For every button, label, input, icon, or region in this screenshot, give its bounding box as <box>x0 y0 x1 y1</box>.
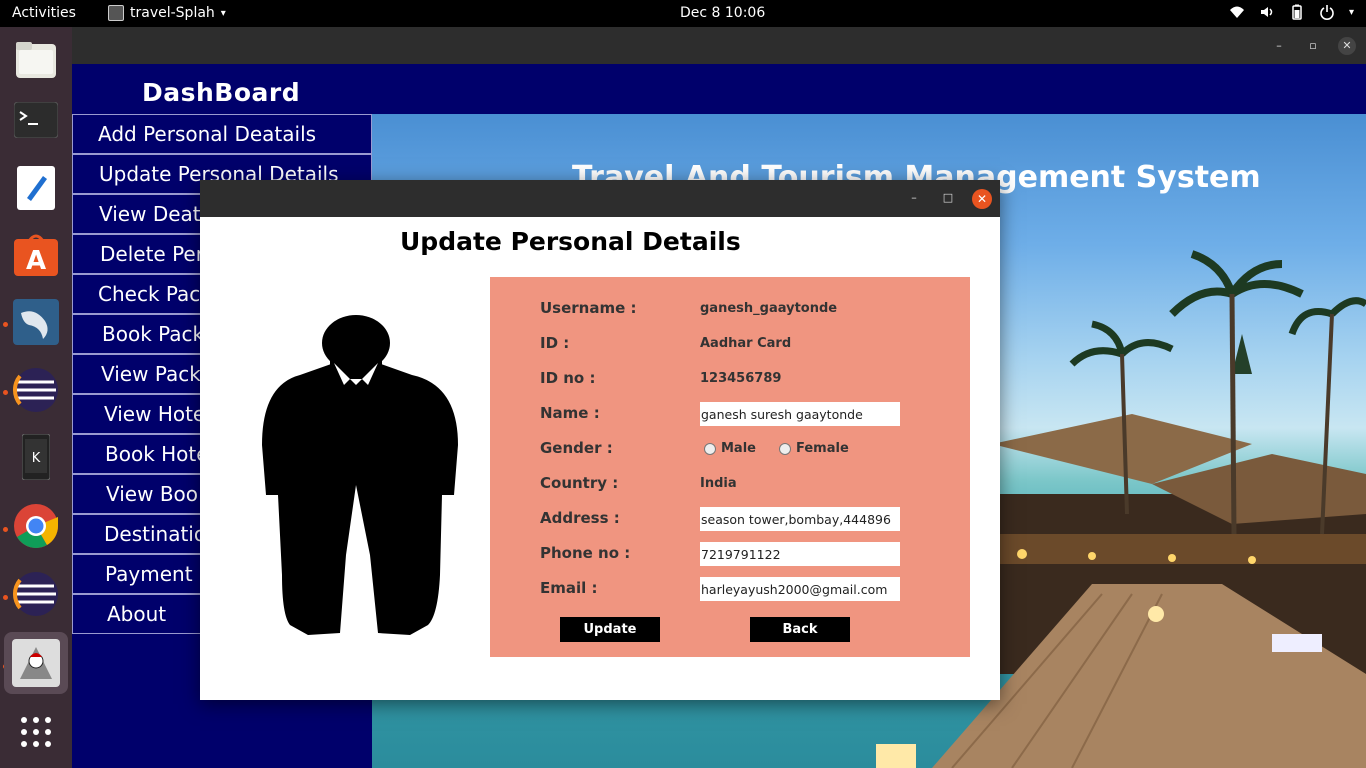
menu-label: Book Hote <box>105 442 209 466</box>
system-tray[interactable]: ▾ <box>1229 4 1354 20</box>
phone-label: Phone no : <box>540 544 631 562</box>
radio-icon <box>779 442 791 455</box>
files-icon[interactable] <box>11 35 61 85</box>
app-grid-icon[interactable] <box>11 707 61 757</box>
dashboard-title: DashBoard <box>142 78 301 107</box>
gender-male-radio[interactable]: Male <box>704 441 756 456</box>
chevron-down-icon: ▾ <box>1348 6 1354 18</box>
chrome-icon[interactable] <box>11 501 61 551</box>
svg-text:K: K <box>32 451 41 466</box>
running-indicator <box>3 595 8 600</box>
menu-label: About <box>107 602 167 626</box>
menu-label: Check Pac <box>98 282 201 306</box>
back-button[interactable]: Back <box>750 617 850 642</box>
dialog-titlebar[interactable]: – □ ✕ <box>200 180 1000 217</box>
name-label: Name : <box>540 404 600 422</box>
dialog-heading: Update Personal Details <box>400 227 741 256</box>
menu-add-personal-details[interactable]: Add Personal Deatails <box>72 114 372 154</box>
update-button[interactable]: Update <box>560 617 660 642</box>
maximize-icon[interactable]: ▫ <box>1304 37 1322 55</box>
id-value: Aadhar Card <box>700 336 792 351</box>
idno-label: ID no : <box>540 369 596 387</box>
terminal-icon[interactable] <box>11 95 61 145</box>
app-name: travel-Splah <box>130 5 215 21</box>
svg-text:A: A <box>26 246 46 276</box>
gender-female-radio[interactable]: Female <box>779 441 849 456</box>
eclipse-icon[interactable] <box>11 365 61 415</box>
mysql-workbench-icon[interactable] <box>11 297 61 347</box>
idno-value: 123456789 <box>700 371 782 386</box>
address-field[interactable] <box>700 507 900 531</box>
minimize-icon[interactable]: – <box>1270 37 1288 55</box>
maximize-icon[interactable]: □ <box>939 189 957 207</box>
software-store-icon[interactable]: A <box>11 230 61 280</box>
clock[interactable]: Dec 8 10:06 <box>680 5 765 21</box>
username-value: ganesh_gaaytonde <box>700 301 838 316</box>
id-label: ID : <box>540 334 570 352</box>
app-menu[interactable]: travel-Splah ▾ <box>108 5 226 21</box>
country-label: Country : <box>540 474 619 492</box>
update-details-dialog: – □ ✕ Update Personal Details Username :… <box>200 180 1000 700</box>
menu-label: View Pack <box>101 362 201 386</box>
eclipse-icon[interactable] <box>11 569 61 619</box>
app-icon <box>108 5 124 21</box>
gender-label: Gender : <box>540 439 613 457</box>
running-indicator <box>3 322 8 327</box>
text-editor-icon[interactable] <box>11 163 61 213</box>
address-label: Address : <box>540 509 620 527</box>
running-indicator <box>3 390 8 395</box>
activities-button[interactable]: Activities <box>12 5 76 21</box>
phone-field[interactable] <box>700 542 900 566</box>
menu-label: Book Pack <box>102 322 205 346</box>
person-silhouette-icon <box>262 315 458 635</box>
menu-label: Add Personal Deatails <box>98 122 317 146</box>
battery-icon <box>1292 4 1302 20</box>
menu-label: Delete Per <box>100 242 204 266</box>
minimize-icon[interactable]: – <box>905 189 923 207</box>
menu-label: View Hote <box>104 402 206 426</box>
menu-label: Payment <box>105 562 193 586</box>
wifi-icon <box>1229 6 1244 18</box>
volume-icon <box>1260 7 1273 17</box>
radio-icon <box>704 442 716 455</box>
java-app-icon[interactable] <box>4 632 68 694</box>
dock: A K <box>0 27 72 768</box>
kde-connect-icon[interactable]: K <box>11 432 61 482</box>
name-field[interactable] <box>700 402 900 426</box>
country-value: India <box>700 476 737 491</box>
email-label: Email : <box>540 579 598 597</box>
running-indicator <box>3 527 8 532</box>
menu-label: View Boo <box>106 482 199 506</box>
details-form: Username : ganesh_gaaytonde ID : Aadhar … <box>490 277 970 657</box>
menu-label: View Deat <box>99 202 201 226</box>
menu-label: Destinatio <box>104 522 207 546</box>
system-top-bar: Activities travel-Splah ▾ Dec 8 10:06 ▾ <box>0 0 1366 27</box>
close-icon[interactable]: ✕ <box>1338 37 1356 55</box>
close-icon[interactable]: ✕ <box>972 189 992 209</box>
email-field[interactable] <box>700 577 900 601</box>
chevron-down-icon: ▾ <box>220 7 226 19</box>
username-label: Username : <box>540 299 637 317</box>
radio-label: Female <box>796 441 849 456</box>
main-window-titlebar[interactable]: – ▫ ✕ <box>72 27 1366 64</box>
power-icon <box>1320 5 1334 20</box>
radio-label: Male <box>721 441 756 456</box>
